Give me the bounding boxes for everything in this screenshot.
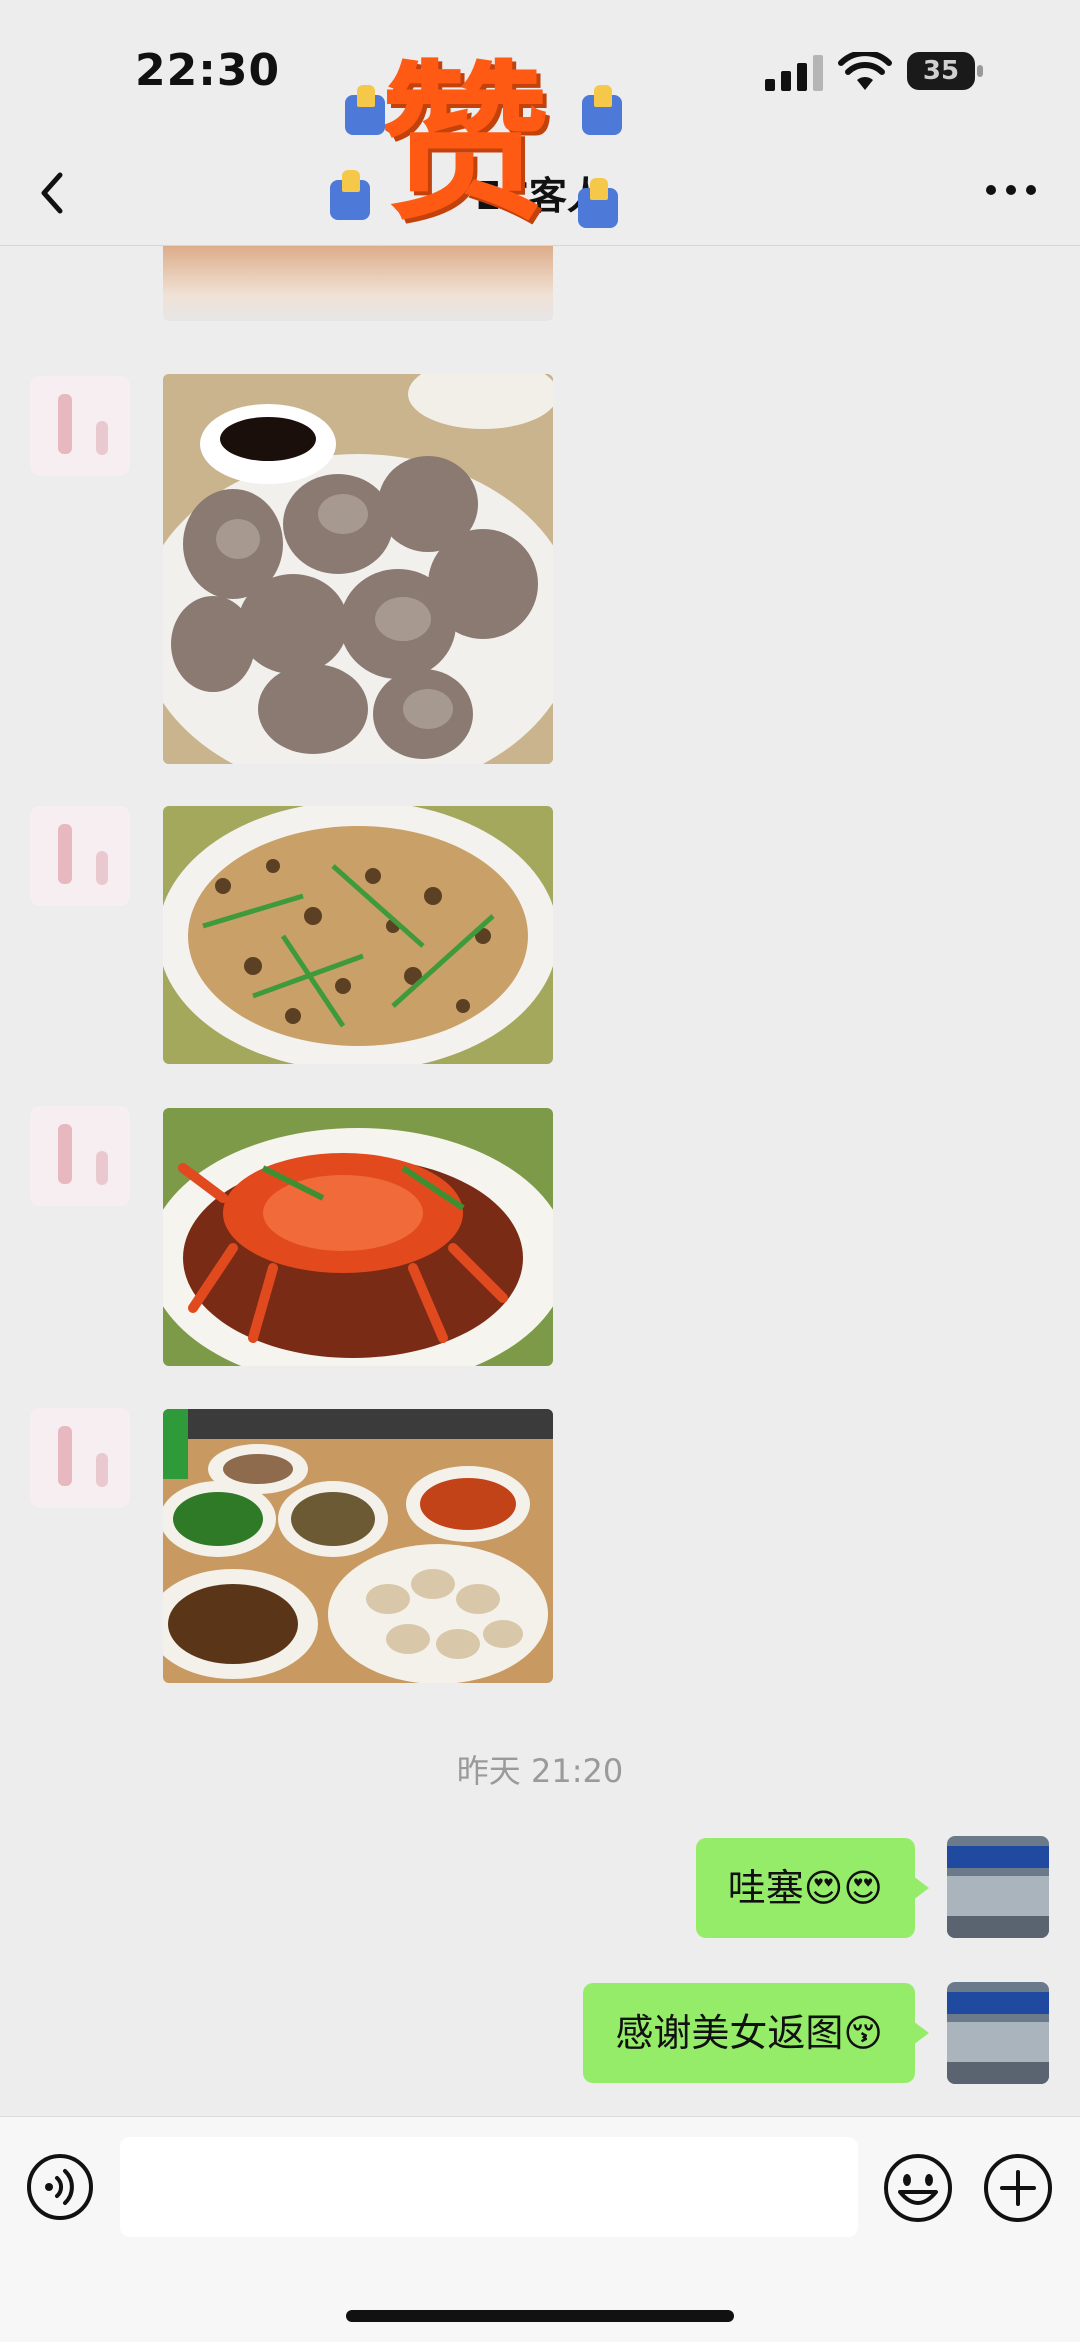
message-list[interactable]: 昨天 21:20 哇塞😍😍 感谢美女返图😚 xyxy=(0,246,1080,2116)
my-avatar[interactable] xyxy=(947,1982,1049,2084)
message-emoji: 😚 xyxy=(843,2011,883,2055)
home-indicator[interactable] xyxy=(346,2310,734,2322)
wifi-icon xyxy=(838,52,892,90)
thumbs-up-icon xyxy=(582,85,622,135)
chat-timestamp: 昨天 21:20 xyxy=(456,1752,624,1790)
thumbs-up-icon xyxy=(578,178,618,228)
emoji-icon[interactable] xyxy=(882,2152,954,2224)
message-text: 感谢美女返图 xyxy=(615,2011,844,2055)
message-text: 哇塞 xyxy=(727,1866,804,1910)
photo-message[interactable] xyxy=(163,374,553,764)
avatar[interactable] xyxy=(30,1408,130,1508)
sticker-text: 赞 xyxy=(380,46,551,244)
chevron-left-icon[interactable] xyxy=(30,165,80,220)
photo-message[interactable] xyxy=(163,1409,553,1683)
outgoing-message[interactable]: 哇塞😍😍 xyxy=(695,1838,930,1938)
battery-icon: 35 xyxy=(907,52,985,90)
message-input[interactable] xyxy=(120,2137,858,2237)
praise-sticker: 赞 xyxy=(380,60,580,270)
my-avatar[interactable] xyxy=(947,1836,1049,1938)
battery-level: 35 xyxy=(922,56,960,86)
photo-message[interactable] xyxy=(163,246,553,321)
voice-icon[interactable] xyxy=(25,2152,95,2222)
cellular-signal-icon xyxy=(765,55,823,91)
photo-message[interactable] xyxy=(163,1108,553,1366)
message-emoji: 😍😍 xyxy=(803,1866,883,1910)
input-bar xyxy=(0,2116,1080,2342)
thumbs-up-icon xyxy=(345,85,385,135)
plus-icon[interactable] xyxy=(982,2152,1054,2224)
avatar[interactable] xyxy=(30,1106,130,1206)
status-time: 22:30 xyxy=(135,45,281,96)
avatar[interactable] xyxy=(30,806,130,906)
avatar[interactable] xyxy=(30,376,130,476)
thumbs-up-icon xyxy=(330,170,370,220)
photo-message[interactable] xyxy=(163,806,553,1064)
outgoing-message[interactable]: 感谢美女返图😚 xyxy=(583,1983,929,2083)
more-dots-icon[interactable] xyxy=(985,180,1037,200)
